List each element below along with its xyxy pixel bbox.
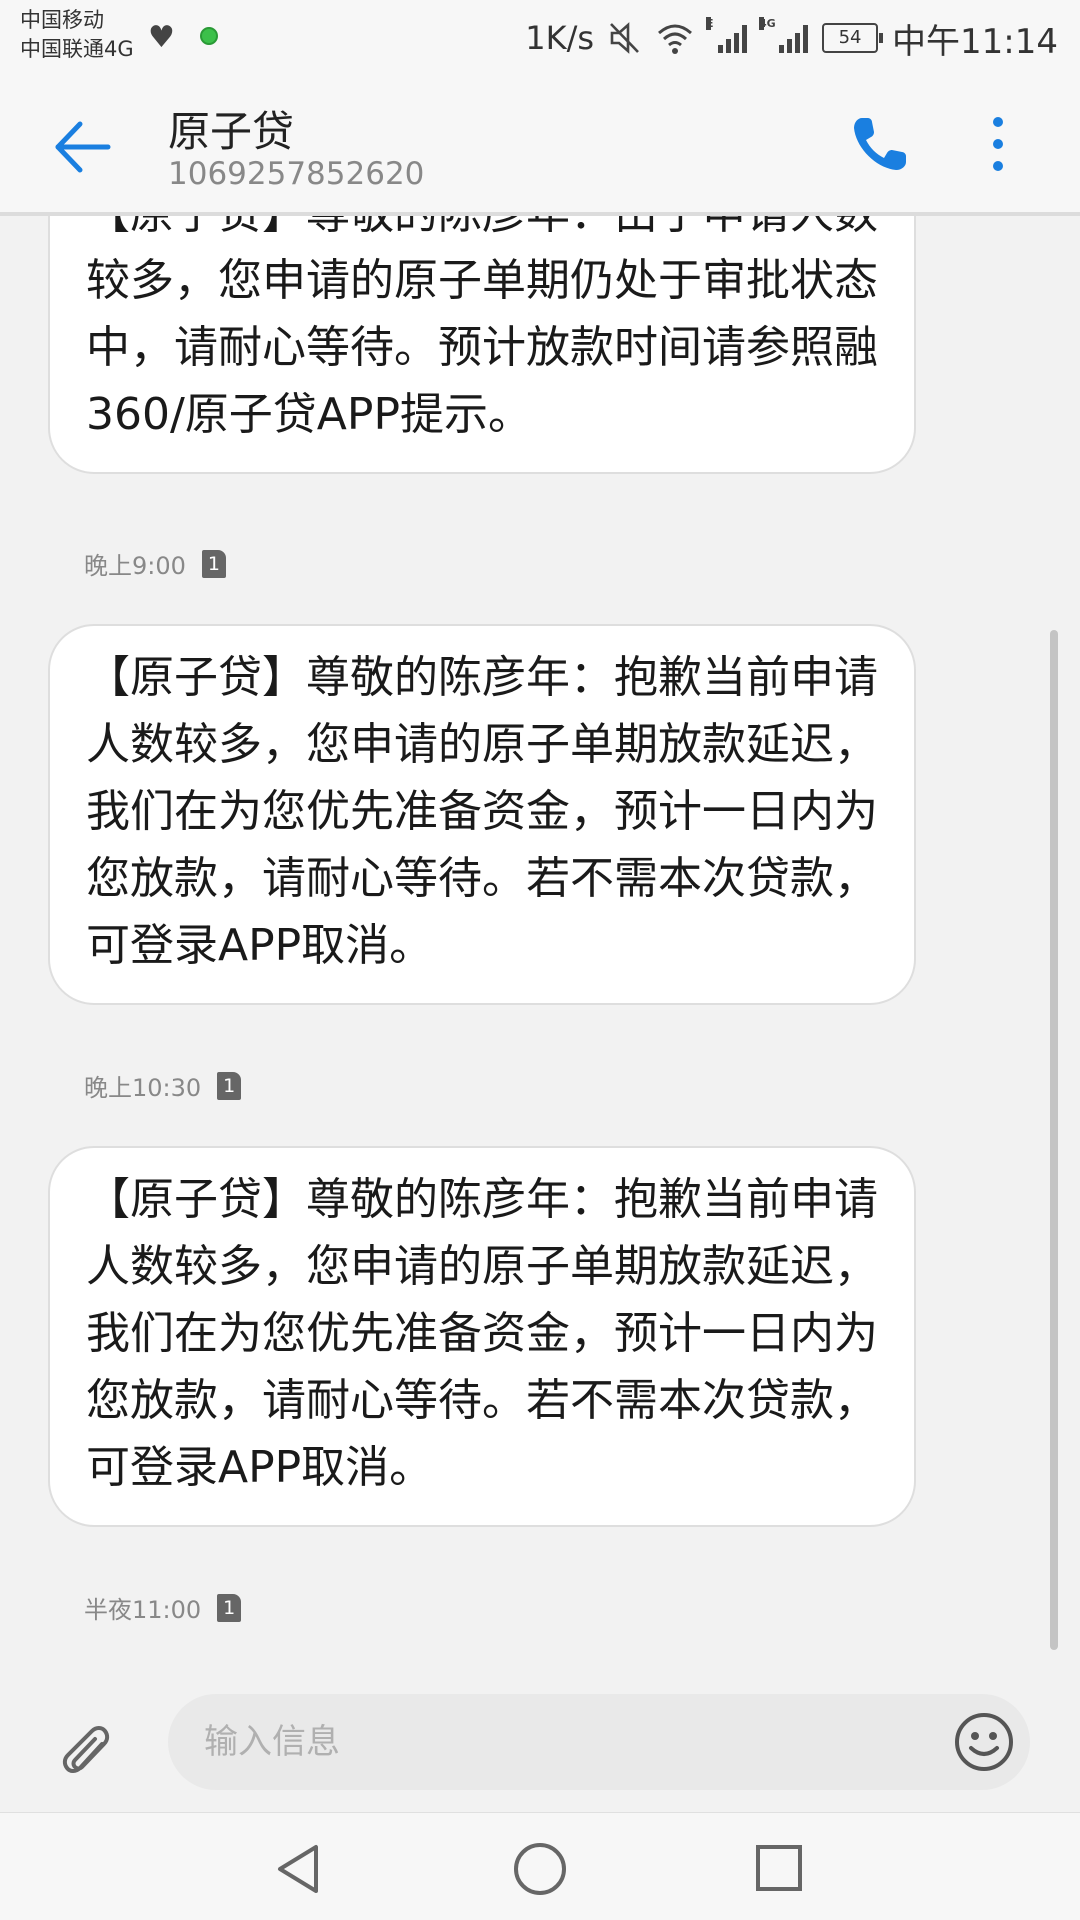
mute-icon [610, 22, 639, 54]
message-time: 晚上9:00 [84, 552, 186, 580]
contact-name: 原子贷 [168, 107, 295, 156]
message-bubble[interactable]: 【原子贷】尊敬的陈彦年：抱歉当前申请人数较多，您申请的原子单期放款延迟，我们在为… [48, 1146, 916, 1527]
signal-icon: E [706, 17, 748, 53]
wifi-icon [658, 24, 693, 54]
status-right: 1K/s E 4G 54 中午11:14 [525, 14, 1058, 62]
message-meta: 半夜11:00 1 [84, 1590, 242, 1625]
message-text: 【原子贷】尊敬的陈彦年：抱歉当前申请人数较多，您申请的原子单期放款延迟，我们在为… [86, 652, 878, 971]
message-time: 晚上10:30 [84, 1074, 202, 1102]
scrollbar[interactable] [1050, 630, 1058, 1650]
back-arrow-icon[interactable] [48, 112, 118, 182]
message-time: 半夜11:00 [84, 1596, 202, 1624]
carrier-2: 中国联通4G [20, 37, 134, 61]
conversation-header: 原子贷 1069257852620 [0, 76, 1080, 216]
composer [0, 1686, 1080, 1814]
emoji-icon[interactable] [952, 1710, 1016, 1774]
signal-2-label: 4G [759, 17, 776, 30]
message-bubble[interactable]: 【原子贷】尊敬的陈彦年：抱歉当前申请人数较多，您申请的原子单期放款延迟，我们在为… [48, 624, 916, 1005]
sms-conversation-screen: 中国移动 中国联通4G ♥ 1K/s E 4G 54 中午11:14 原子贷 1… [0, 0, 1080, 1920]
nav-back-icon[interactable] [272, 1841, 328, 1897]
nav-recents-icon[interactable] [752, 1841, 806, 1895]
sim-card-icon: 1 [217, 1593, 242, 1622]
contact-number: 1069257852620 [168, 156, 425, 192]
sim-card-icon: 1 [201, 549, 226, 578]
message-bubble[interactable]: 【原子贷】尊敬的陈彦年：由于申请人数较多，您申请的原子单期仍处于审批状态中，请耐… [48, 216, 916, 474]
signal-icon-2: 4G [759, 17, 809, 53]
status-bar: 中国移动 中国联通4G ♥ 1K/s E 4G 54 中午11:14 [0, 0, 1080, 76]
heart-rate-icon: ♥ [148, 20, 175, 55]
message-text: 【原子贷】尊敬的陈彦年：抱歉当前申请人数较多，您申请的原子单期放款延迟，我们在为… [86, 1174, 878, 1493]
phone-icon[interactable] [848, 112, 912, 176]
net-speed: 1K/s [525, 19, 595, 57]
clock: 中午11:14 [892, 21, 1058, 62]
notification-dot-icon [200, 27, 218, 45]
carrier-1: 中国移动 [20, 8, 104, 32]
nav-home-icon[interactable] [510, 1839, 570, 1899]
message-text: 【原子贷】尊敬的陈彦年：由于申请人数较多，您申请的原子单期仍处于审批状态中，请耐… [86, 216, 878, 440]
signal-1-label: E [706, 17, 714, 30]
carrier-info: 中国移动 中国联通4G [20, 6, 134, 64]
message-input[interactable] [168, 1694, 1030, 1790]
battery-icon: 54 [822, 23, 884, 53]
more-vert-icon[interactable] [980, 112, 1016, 176]
message-meta: 晚上9:00 1 [84, 546, 226, 581]
message-meta: 晚上10:30 1 [84, 1068, 242, 1103]
system-nav-bar [0, 1812, 1080, 1920]
paperclip-icon[interactable] [52, 1716, 116, 1780]
sim-card-icon: 1 [217, 1071, 242, 1100]
message-list[interactable]: 【原子贷】尊敬的陈彦年：由于申请人数较多，您申请的原子单期仍处于审批状态中，请耐… [0, 216, 1080, 1686]
